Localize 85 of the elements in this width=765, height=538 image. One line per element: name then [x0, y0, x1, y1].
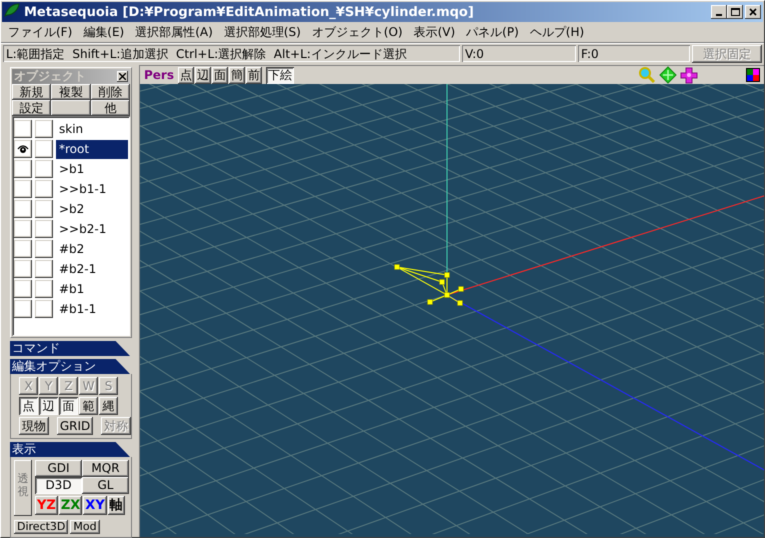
visibility-toggle[interactable]: [14, 180, 32, 198]
object-item[interactable]: >>b1-1: [56, 180, 128, 198]
menu-item[interactable]: オブジェクト(O): [306, 24, 409, 41]
option-button[interactable]: 現物: [19, 417, 49, 435]
option-button[interactable]: 面: [59, 397, 78, 415]
hint-text: L:範囲指定 Shift+L:追加選択 Ctrl+L:選択解除 Alt+L:インクルード選択: [3, 45, 460, 62]
visibility-toggle[interactable]: [14, 160, 32, 178]
object-button[interactable]: 設定: [12, 100, 52, 116]
projection-label[interactable]: Pers: [144, 68, 174, 82]
object-item[interactable]: skin: [56, 120, 128, 138]
lock-toggle[interactable]: [35, 160, 53, 178]
option-button[interactable]: 点: [19, 397, 38, 415]
minimize-icon: [716, 14, 722, 16]
section-header[interactable]: 表示: [10, 442, 130, 457]
visibility-toggle[interactable]: [14, 280, 32, 298]
lock-toggle[interactable]: [35, 180, 53, 198]
menu-item[interactable]: 選択部処理(S): [218, 24, 307, 41]
view-button[interactable]: 軸: [108, 496, 125, 515]
lock-toggle[interactable]: [35, 300, 53, 318]
maximize-icon: [729, 6, 741, 18]
menu-item[interactable]: 選択部属性(A): [130, 24, 219, 41]
view-button[interactable]: XY: [83, 496, 107, 515]
view-toggle-button[interactable]: 簡: [229, 66, 245, 84]
section-header[interactable]: 編集オプション: [10, 359, 130, 374]
option-button[interactable]: 縄: [99, 397, 118, 415]
visibility-toggle[interactable]: [14, 220, 32, 238]
bone-drawing: [394, 264, 464, 306]
eye-icon: [17, 144, 29, 154]
object-item[interactable]: >b1: [56, 160, 128, 178]
lock-toggle[interactable]: [35, 220, 53, 238]
visibility-toggle[interactable]: [14, 240, 32, 258]
object-button[interactable]: 削除: [90, 84, 130, 100]
renderer-button[interactable]: GL: [82, 477, 129, 494]
display-button[interactable]: Mod: [70, 520, 100, 534]
close-icon: [747, 6, 759, 18]
view-toggle-button[interactable]: 下絵: [266, 66, 294, 84]
object-item[interactable]: #b1: [56, 280, 128, 298]
blank-button[interactable]: [51, 100, 91, 116]
renderer-button[interactable]: MQR: [82, 460, 129, 477]
section-header[interactable]: コマンド: [10, 341, 130, 356]
close-button[interactable]: [745, 5, 761, 19]
option-button[interactable]: GRID: [56, 417, 94, 435]
object-button[interactable]: 他: [90, 100, 130, 116]
object-item[interactable]: *root: [56, 140, 128, 158]
vertex-count: V:0: [462, 45, 576, 62]
menu-item[interactable]: パネル(P): [461, 24, 525, 41]
visibility-toggle[interactable]: [14, 300, 32, 318]
visibility-toggle[interactable]: [14, 200, 32, 218]
view-toggle-button[interactable]: 面: [212, 66, 228, 84]
lock-toggle[interactable]: [35, 200, 53, 218]
view-toggle-button[interactable]: 辺: [195, 66, 211, 84]
object-item[interactable]: #b2-1: [56, 260, 128, 278]
renderer-button[interactable]: GDI: [35, 460, 82, 477]
object-item[interactable]: >b2: [56, 200, 128, 218]
face-count: F:0: [578, 45, 690, 62]
minimize-button[interactable]: [711, 5, 727, 19]
lock-toggle[interactable]: [35, 260, 53, 278]
object-button[interactable]: 新規: [12, 84, 52, 100]
menu-item[interactable]: 編集(E): [78, 24, 130, 41]
option-button[interactable]: 範: [79, 397, 98, 415]
maximize-button[interactable]: [727, 5, 743, 19]
object-item[interactable]: #b2: [56, 240, 128, 258]
lock-toggle[interactable]: [35, 280, 53, 298]
display-button[interactable]: Direct3D: [14, 520, 68, 534]
menu-item[interactable]: 表示(V): [408, 24, 462, 41]
menu-item[interactable]: ファイル(F): [3, 24, 78, 41]
object-item[interactable]: #b1-1: [56, 300, 128, 318]
view-toggle-button[interactable]: 前: [246, 66, 262, 84]
renderer-button[interactable]: D3D: [35, 477, 82, 494]
visibility-toggle[interactable]: [14, 140, 32, 158]
object-item[interactable]: >>b2-1: [56, 220, 128, 238]
close-icon: [119, 73, 126, 80]
view-toggle-button[interactable]: 点: [178, 66, 194, 84]
option-button[interactable]: 辺: [39, 397, 58, 415]
color-grid-icon[interactable]: [746, 68, 760, 82]
window-title: Metasequoia [D:¥Program¥EditAnimation_¥SH¥cylinder.mqo]: [24, 4, 475, 20]
menu-item[interactable]: ヘルプ(H): [524, 24, 590, 41]
visibility-toggle[interactable]: [14, 260, 32, 278]
close-button[interactable]: [117, 71, 128, 82]
visibility-toggle[interactable]: [14, 120, 32, 138]
lock-toggle[interactable]: [35, 120, 53, 138]
lock-toggle[interactable]: [35, 140, 53, 158]
move-icon[interactable]: [659, 66, 677, 84]
object-button[interactable]: 複製: [51, 84, 91, 100]
lock-toggle[interactable]: [35, 240, 53, 258]
